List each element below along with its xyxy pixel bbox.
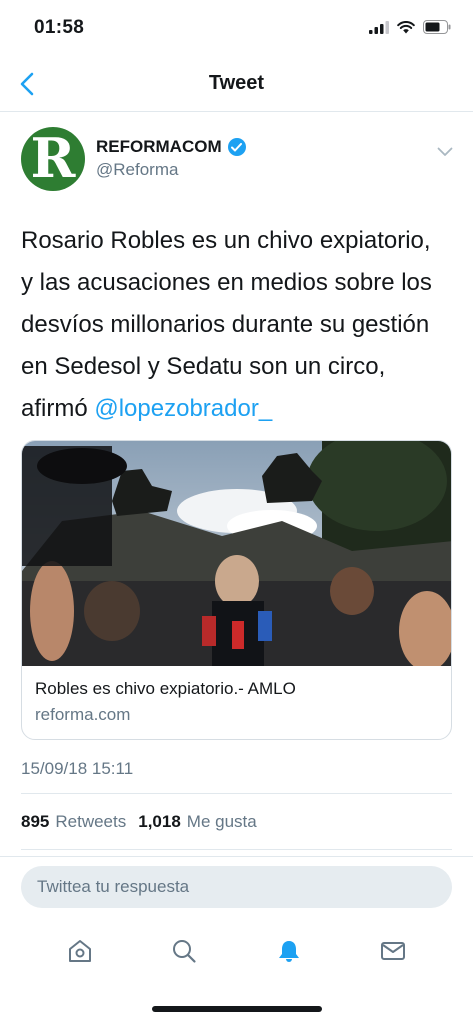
page-title: Tweet <box>208 72 265 94</box>
likes-label[interactable]: Me gusta <box>187 812 257 832</box>
avatar-logo-letter: R <box>30 127 76 190</box>
mention-link[interactable]: @lopezobrador_ <box>94 395 272 422</box>
battery-icon <box>423 20 451 34</box>
status-bar: 01:58 <box>0 0 473 56</box>
tab-home[interactable] <box>58 929 102 973</box>
divider <box>21 793 452 794</box>
home-icon <box>69 940 92 962</box>
avatar[interactable]: R <box>21 127 85 191</box>
wifi-icon <box>397 20 415 33</box>
tweet-text-prefix: afirmó <box>21 395 95 422</box>
verified-icon <box>227 138 246 156</box>
tab-messages[interactable] <box>371 929 415 973</box>
chevron-down-icon <box>437 147 453 156</box>
card-image <box>22 441 451 666</box>
tab-notifications[interactable] <box>267 929 311 973</box>
reply-input[interactable]: Twittea tu respuesta <box>21 866 452 908</box>
tweet-text-line: Rosario Robles es un chivo expiatorio, <box>21 227 431 254</box>
retweets-label[interactable]: Retweets <box>55 812 126 832</box>
status-time: 01:58 <box>34 17 85 38</box>
tweet-text-line: desvíos millonarios durante su gestión <box>21 311 430 338</box>
signal-icon <box>369 20 389 34</box>
tweet-text-line: y las acusaciones en medios sobre los <box>21 269 432 296</box>
tab-bar <box>0 925 473 977</box>
retweets-count[interactable]: 895 <box>21 812 49 832</box>
author-name-row[interactable]: REFORMACOM <box>96 137 246 157</box>
author-name: REFORMACOM <box>96 137 222 156</box>
card-domain: reforma.com <box>35 705 131 724</box>
tweet-text-line: en Sedesol y Sedatu son un circo, <box>21 353 386 380</box>
author-handle[interactable]: @Reforma <box>96 160 178 180</box>
notifications-icon <box>278 941 299 962</box>
tweet-text-line: afirmó @lopezobrador_ <box>21 388 461 430</box>
tweet-options-button[interactable] <box>437 144 453 162</box>
card-title: Robles es chivo expiatorio.- AMLO <box>35 679 296 698</box>
divider <box>21 849 452 850</box>
search-icon <box>173 940 196 963</box>
nav-bar: Tweet <box>0 56 473 112</box>
link-card[interactable]: Robles es chivo expiatorio.- AMLO reform… <box>21 440 452 740</box>
status-icons <box>369 20 451 34</box>
tweet-text: Rosario Robles es un chivo expiatorio, y… <box>21 220 461 430</box>
tab-search[interactable] <box>162 929 206 973</box>
tweet-stats: 895 Retweets 1,018 Me gusta <box>21 812 263 832</box>
tweet-timestamp: 15/09/18 15:11 <box>21 759 134 778</box>
divider <box>0 856 473 857</box>
home-indicator <box>152 1006 322 1012</box>
messages-icon <box>380 942 405 960</box>
likes-count[interactable]: 1,018 <box>138 812 181 832</box>
reply-placeholder: Twittea tu respuesta <box>37 877 190 896</box>
